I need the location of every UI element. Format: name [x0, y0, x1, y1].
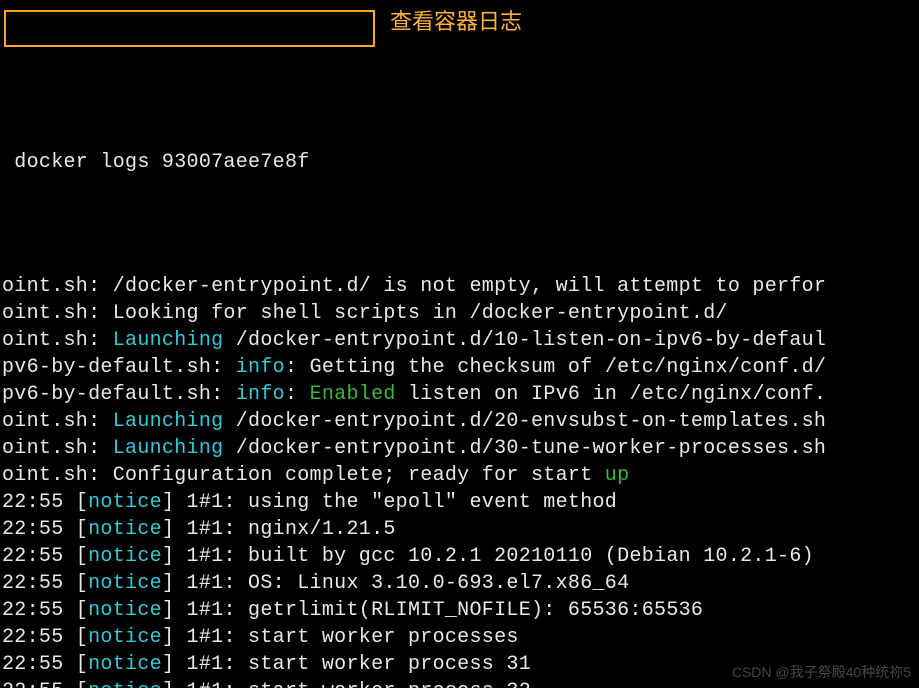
log-line: 22:55 [notice] 1#1: using the "epoll" ev… — [0, 489, 919, 516]
log-segment: 22:55 [ — [2, 599, 88, 622]
log-segment: Enabled — [310, 383, 396, 406]
log-segment: ] 1#1: getrlimit(RLIMIT_NOFILE): 65536:6… — [162, 599, 703, 622]
log-segment: 22:55 [ — [2, 680, 88, 688]
log-segment: notice — [88, 680, 162, 688]
log-segment: Launching — [113, 437, 224, 460]
log-segment: notice — [88, 518, 162, 541]
annotation-label: 查看容器日志 — [390, 8, 522, 35]
log-segment: pv6-by-default.sh: — [2, 356, 236, 379]
log-line: oint.sh: Launching /docker-entrypoint.d/… — [0, 435, 919, 462]
log-line: oint.sh: Configuration complete; ready f… — [0, 462, 919, 489]
log-line: oint.sh: Looking for shell scripts in /d… — [0, 300, 919, 327]
log-segment: : — [285, 383, 310, 406]
log-output[interactable]: oint.sh: /docker-entrypoint.d/ is not em… — [0, 273, 919, 688]
log-segment: Launching — [113, 410, 224, 433]
log-segment: ] 1#1: start worker process 31 — [162, 653, 531, 676]
log-segment: 22:55 [ — [2, 518, 88, 541]
log-segment: notice — [88, 653, 162, 676]
log-segment: oint.sh: Configuration complete; ready f… — [2, 464, 605, 487]
log-segment: /docker-entrypoint.d/30-tune-worker-proc… — [223, 437, 826, 460]
log-segment: ] 1#1: start worker process 32 — [162, 680, 531, 688]
log-segment: notice — [88, 626, 162, 649]
log-segment: oint.sh: Looking for shell scripts in /d… — [2, 302, 728, 325]
log-segment: info — [236, 383, 285, 406]
log-line: 22:55 [notice] 1#1: nginx/1.21.5 — [0, 516, 919, 543]
log-line: pv6-by-default.sh: info: Enabled listen … — [0, 381, 919, 408]
log-segment: ] 1#1: using the "epoll" event method — [162, 491, 617, 514]
log-segment: pv6-by-default.sh: — [2, 383, 236, 406]
watermark-text: CSDN @我子祭殿40种统祢5 — [732, 659, 911, 686]
log-segment: oint.sh: — [2, 329, 113, 352]
log-segment: ] 1#1: OS: Linux 3.10.0-693.el7.x86_64 — [162, 572, 629, 595]
command-line: docker logs 93007aee7e8f — [0, 139, 919, 192]
log-line: 22:55 [notice] 1#1: start worker process… — [0, 624, 919, 651]
log-segment: oint.sh: /docker-entrypoint.d/ is not em… — [2, 275, 826, 298]
log-segment: up — [605, 464, 630, 487]
log-segment: notice — [88, 572, 162, 595]
log-line: 22:55 [notice] 1#1: OS: Linux 3.10.0-693… — [0, 570, 919, 597]
log-segment: notice — [88, 491, 162, 514]
log-line: oint.sh: /docker-entrypoint.d/ is not em… — [0, 273, 919, 300]
log-segment: /docker-entrypoint.d/10-listen-on-ipv6-b… — [223, 329, 826, 352]
log-segment: oint.sh: — [2, 410, 113, 433]
log-line: 22:55 [notice] 1#1: getrlimit(RLIMIT_NOF… — [0, 597, 919, 624]
log-segment: Launching — [113, 329, 224, 352]
log-segment: notice — [88, 599, 162, 622]
log-segment: 22:55 [ — [2, 653, 88, 676]
log-segment: 22:55 [ — [2, 491, 88, 514]
terminal-window[interactable]: 查看容器日志 docker logs 93007aee7e8f oint.sh:… — [0, 0, 919, 688]
log-line: 22:55 [notice] 1#1: built by gcc 10.2.1 … — [0, 543, 919, 570]
log-segment: notice — [88, 545, 162, 568]
log-segment: ] 1#1: built by gcc 10.2.1 20210110 (Deb… — [162, 545, 814, 568]
log-line: oint.sh: Launching /docker-entrypoint.d/… — [0, 327, 919, 354]
log-segment: ] 1#1: start worker processes — [162, 626, 519, 649]
log-segment: 22:55 [ — [2, 572, 88, 595]
log-line: pv6-by-default.sh: info: Getting the che… — [0, 354, 919, 381]
log-segment: : Getting the checksum of /etc/nginx/con… — [285, 356, 826, 379]
log-segment: oint.sh: — [2, 437, 113, 460]
log-segment: 22:55 [ — [2, 545, 88, 568]
log-segment: /docker-entrypoint.d/20-envsubst-on-temp… — [223, 410, 826, 433]
log-segment: 22:55 [ — [2, 626, 88, 649]
log-segment: info — [236, 356, 285, 379]
log-line: oint.sh: Launching /docker-entrypoint.d/… — [0, 408, 919, 435]
log-segment: ] 1#1: nginx/1.21.5 — [162, 518, 396, 541]
command-highlight-box — [4, 10, 375, 47]
log-segment: listen on IPv6 in /etc/nginx/conf. — [396, 383, 827, 406]
